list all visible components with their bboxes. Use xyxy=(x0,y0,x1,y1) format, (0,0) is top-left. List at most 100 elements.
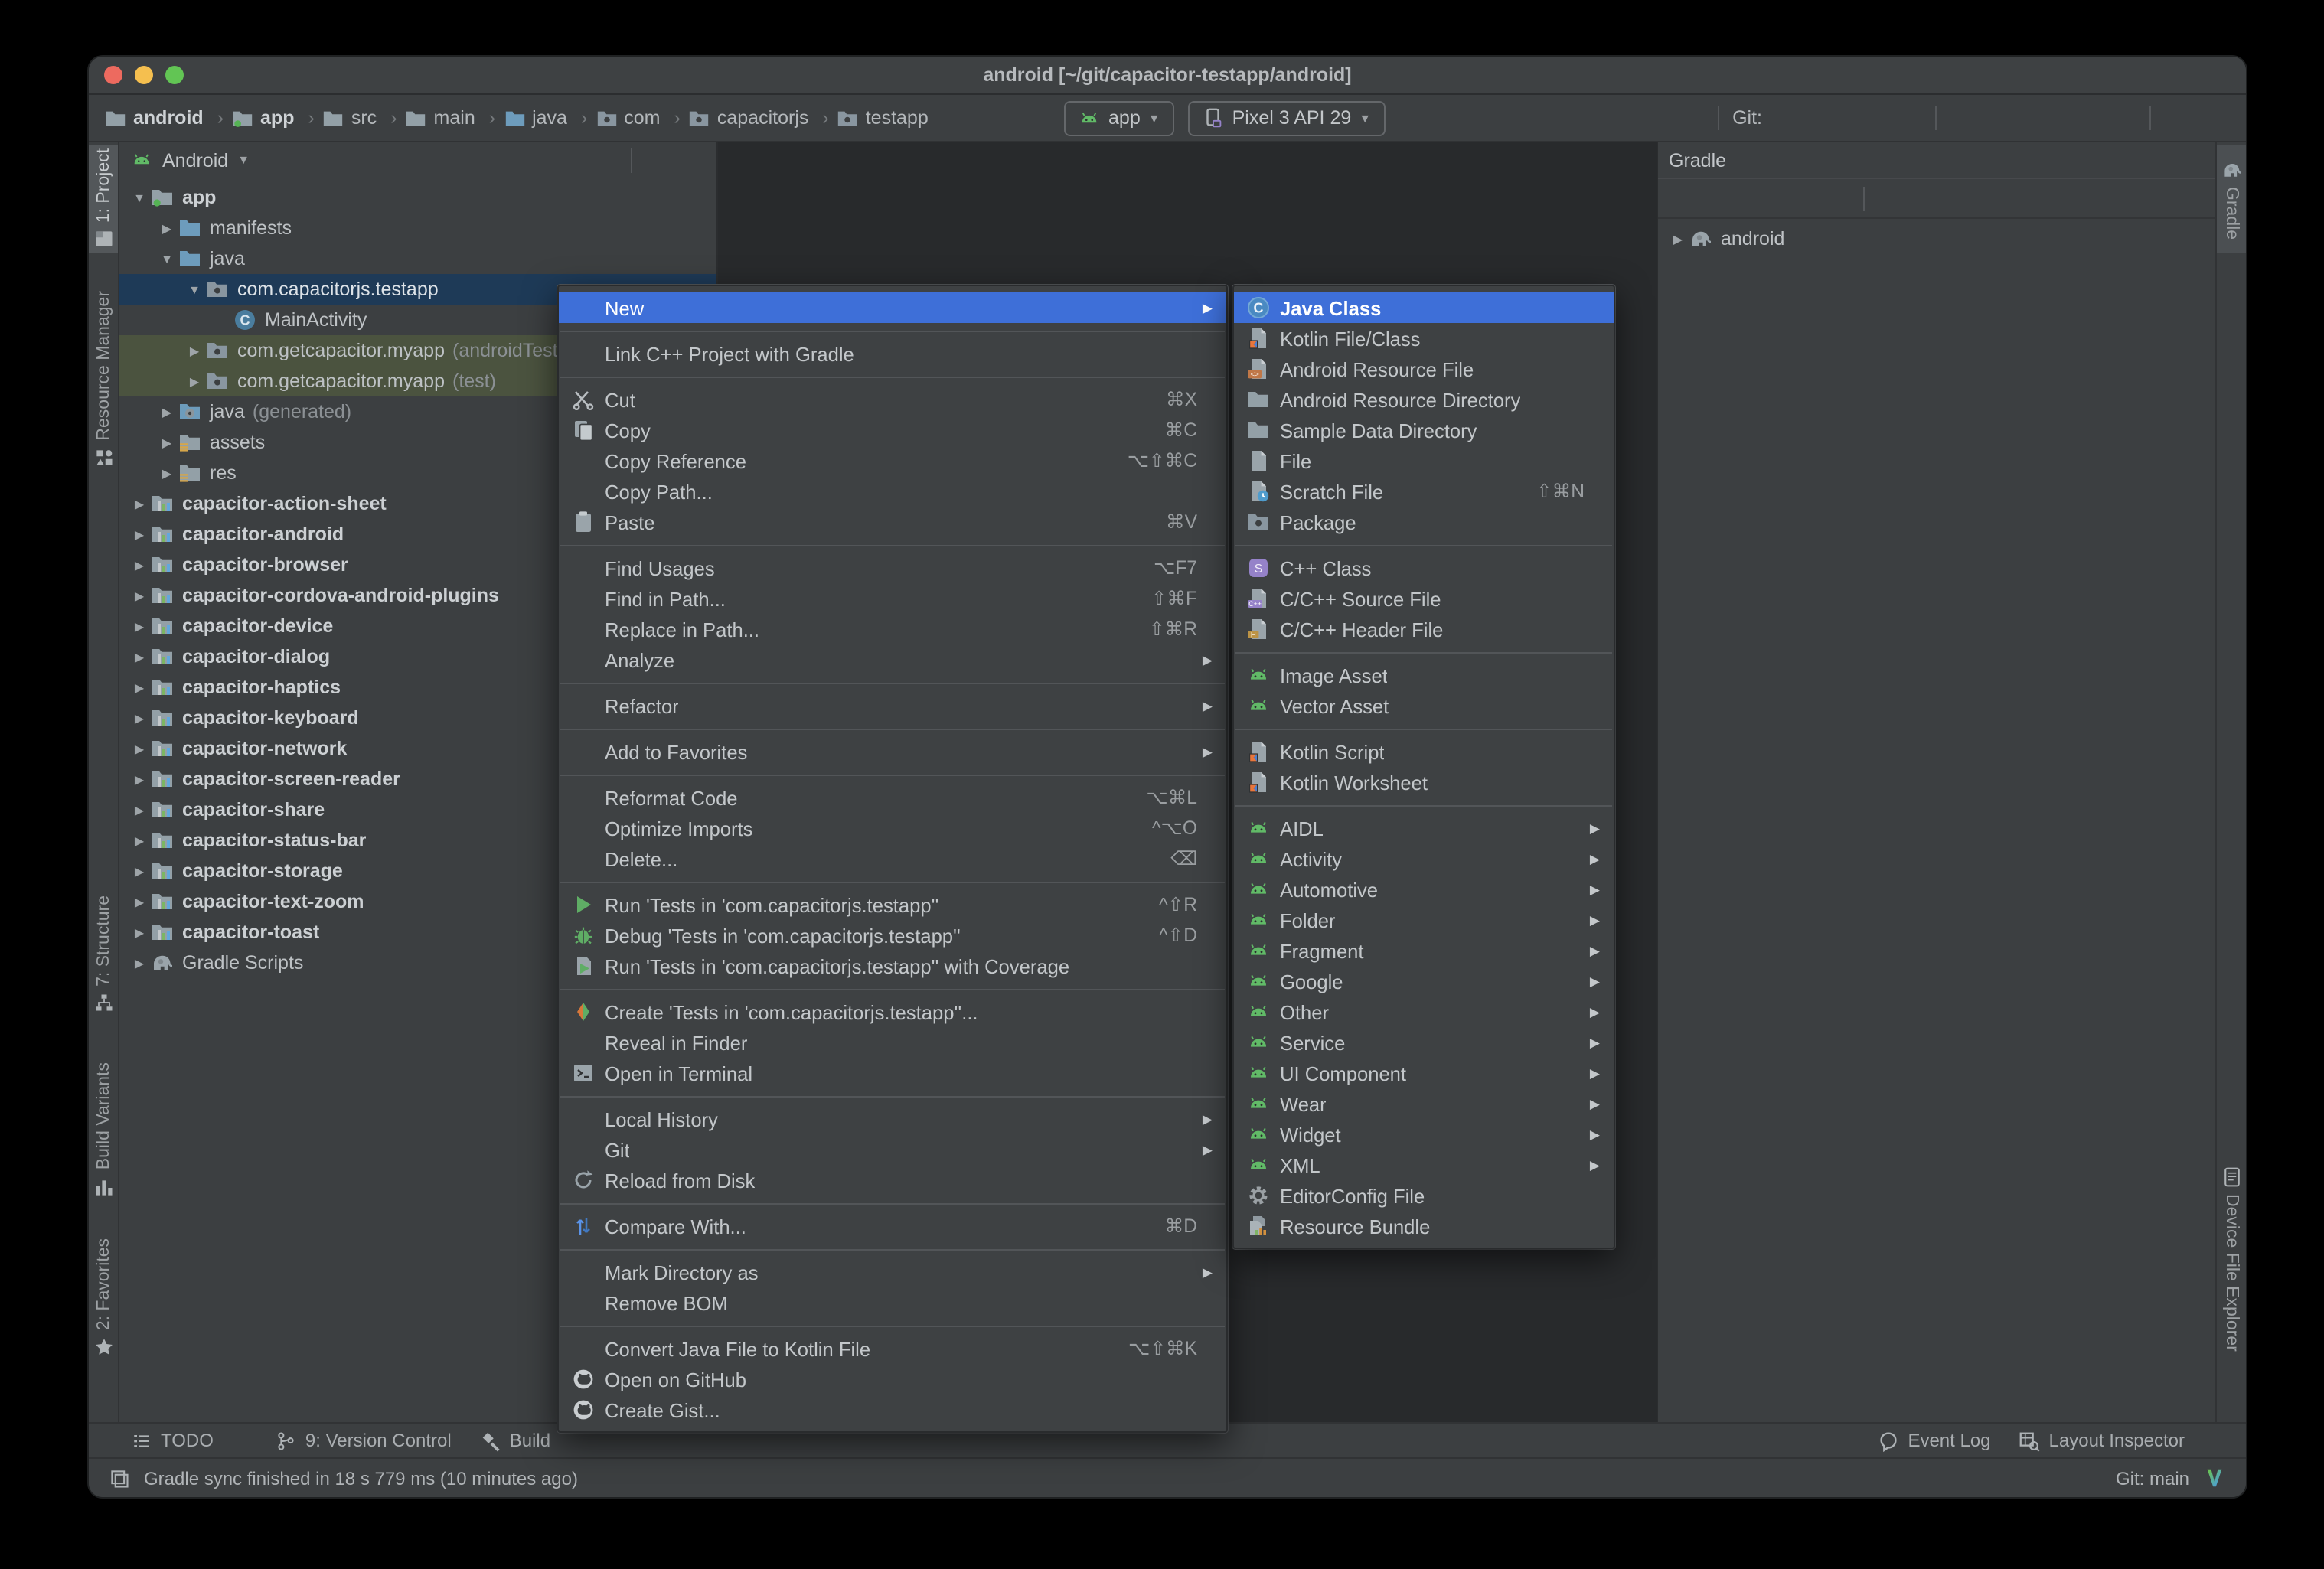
panel-action[interactable] xyxy=(683,148,706,171)
menu-item-replace-in-path[interactable]: Replace in Path... ⇧⌘R xyxy=(559,614,1226,644)
menu-item-delete[interactable]: Delete... ⌫ xyxy=(559,843,1226,874)
tool-window-button-layout-inspector[interactable]: Layout Inspector xyxy=(2019,1429,2185,1452)
tree-arrow[interactable]: ▶ xyxy=(156,435,178,449)
tree-arrow[interactable]: ▶ xyxy=(129,803,150,817)
menu-item-xml[interactable]: XML ▶ xyxy=(1234,1150,1614,1180)
menu-item-find-usages[interactable]: Find Usages ⌥F7 xyxy=(559,553,1226,583)
menu-item-copy-reference[interactable]: Copy Reference ⌥⇧⌘C xyxy=(559,445,1226,476)
breadcrumb-item-src[interactable]: src xyxy=(322,106,405,129)
toolbar-action[interactable] xyxy=(2070,105,2096,131)
menu-item-vector-asset[interactable]: Vector Asset xyxy=(1234,690,1614,721)
menu-item-widget[interactable]: Widget ▶ xyxy=(1234,1119,1614,1150)
menu-item-open-on-github[interactable]: Open on GitHub xyxy=(559,1364,1226,1394)
menu-item-automotive[interactable]: Automotive ▶ xyxy=(1234,874,1614,905)
tree-arrow[interactable]: ▼ xyxy=(156,252,178,266)
menu-item-android-resource-file[interactable]: <> Android Resource File xyxy=(1234,354,1614,384)
tool-window-button-build[interactable]: Build xyxy=(479,1429,550,1452)
toolbar-action[interactable] xyxy=(1816,105,1842,131)
tool-window-button-2-favorites[interactable]: 2: Favorites xyxy=(89,1238,118,1355)
menu-item-image-asset[interactable]: Image Asset xyxy=(1234,660,1614,690)
menu-item-kotlin-script[interactable]: Kotlin Script xyxy=(1234,736,1614,767)
menu-item-sample-data-directory[interactable]: Sample Data Directory xyxy=(1234,415,1614,445)
menu-item-run-tests-in-com-capacitorjs-testapp[interactable]: Run 'Tests in 'com.capacitorjs.testapp''… xyxy=(559,889,1226,920)
menu-item-kotlin-file-class[interactable]: Kotlin File/Class xyxy=(1234,323,1614,354)
tree-arrow[interactable]: ▶ xyxy=(156,221,178,235)
tree-arrow[interactable]: ▶ xyxy=(156,466,178,480)
tree-arrow[interactable]: ▶ xyxy=(129,558,150,572)
breadcrumb-item-android[interactable]: android xyxy=(104,106,231,129)
menu-item-c-class[interactable]: S C++ Class xyxy=(1234,553,1614,583)
tree-item-manifests[interactable]: ▶ manifests xyxy=(119,213,716,243)
menu-item-other[interactable]: Other ▶ xyxy=(1234,997,1614,1027)
menu-item-resource-bundle[interactable]: Resource Bundle xyxy=(1234,1211,1614,1241)
toolbar-action[interactable] xyxy=(1598,105,1624,131)
close-button[interactable] xyxy=(104,66,122,84)
toolbar-action[interactable] xyxy=(1677,105,1703,131)
stripes-toggle-icon[interactable] xyxy=(109,1467,130,1489)
menu-item-analyze[interactable]: Analyze ▶ xyxy=(559,644,1226,675)
device-select[interactable]: Pixel 3 API 29 ▼ xyxy=(1187,100,1386,135)
tree-arrow[interactable]: ▶ xyxy=(129,864,150,878)
menu-item-folder[interactable]: Folder ▶ xyxy=(1234,905,1614,935)
toolbar-action[interactable] xyxy=(2030,105,2056,131)
tree-arrow[interactable]: ▶ xyxy=(184,344,205,357)
tree-arrow[interactable]: ▶ xyxy=(129,742,150,755)
tree-item-app[interactable]: ▼ app xyxy=(119,182,716,213)
menu-item-c-c-header-file[interactable]: H C/C++ Header File xyxy=(1234,614,1614,644)
tool-window-button-7-structure[interactable]: 7: Structure xyxy=(89,889,118,1019)
toolbar-action[interactable] xyxy=(1558,105,1584,131)
menu-item-create-gist[interactable]: Create Gist... xyxy=(559,1394,1226,1425)
toolbar-action[interactable] xyxy=(2205,105,2231,131)
breadcrumb-item-capacitorjs[interactable]: capacitorjs xyxy=(688,106,837,129)
tree-arrow[interactable]: ▼ xyxy=(129,191,150,204)
tree-arrow[interactable]: ▶ xyxy=(129,619,150,633)
breadcrumb-item-testapp[interactable]: testapp xyxy=(837,106,929,129)
gradle-action[interactable] xyxy=(1748,187,1771,210)
panel-action[interactable] xyxy=(594,148,617,171)
menu-item-package[interactable]: Package xyxy=(1234,507,1614,537)
menu-item-reveal-in-finder[interactable]: Reveal in Finder xyxy=(559,1027,1226,1058)
tree-arrow[interactable]: ▶ xyxy=(129,833,150,847)
menu-item-copy-path[interactable]: Copy Path... xyxy=(559,476,1226,507)
tree-arrow[interactable]: ▶ xyxy=(129,895,150,908)
menu-item-open-in-terminal[interactable]: Open in Terminal xyxy=(559,1058,1226,1088)
tool-window-button-resource-manager[interactable]: Resource Manager xyxy=(89,291,118,465)
menu-item-fragment[interactable]: Fragment ▶ xyxy=(1234,935,1614,966)
project-view-selector[interactable]: Android xyxy=(162,149,228,171)
run-configuration-select[interactable]: app ▼ xyxy=(1064,100,1174,135)
gradle-action[interactable] xyxy=(1787,187,1810,210)
toolbar-action[interactable] xyxy=(1438,105,1464,131)
tool-window-button-build-variants[interactable]: Build Variants xyxy=(89,1063,118,1197)
tree-arrow[interactable]: ▶ xyxy=(129,650,150,664)
menu-item-run-tests-in-com-capacitorjs-testapp-with-covera[interactable]: Run 'Tests in 'com.capacitorjs.testapp''… xyxy=(559,951,1226,981)
menu-item-create-tests-in-com-capacitorjs-testapp[interactable]: Create 'Tests in 'com.capacitorjs.testap… xyxy=(559,997,1226,1027)
tool-window-button-9-version-control[interactable]: 9: Version Control xyxy=(275,1429,452,1452)
toolbar-action[interactable] xyxy=(2110,105,2136,131)
menu-item-service[interactable]: Service ▶ xyxy=(1234,1027,1614,1058)
menu-item-find-in-path[interactable]: Find in Path... ⇧⌘F xyxy=(559,583,1226,614)
minimize-button[interactable] xyxy=(135,66,153,84)
menu-item-activity[interactable]: Activity ▶ xyxy=(1234,843,1614,874)
menu-item-optimize-imports[interactable]: Optimize Imports ^⌥O xyxy=(559,813,1226,843)
toolbar-action[interactable] xyxy=(1024,105,1050,131)
tree-arrow[interactable]: ▶ xyxy=(184,374,205,388)
v-gradient-icon[interactable] xyxy=(2203,1466,2226,1489)
menu-item-git[interactable]: Git ▶ xyxy=(559,1134,1226,1165)
menu-item-debug-tests-in-com-capacitorjs-testapp[interactable]: Debug 'Tests in 'com.capacitorjs.testapp… xyxy=(559,920,1226,951)
menu-item-link-c-project-with-gradle[interactable]: Link C++ Project with Gradle xyxy=(559,338,1226,369)
breadcrumb-item-main[interactable]: main xyxy=(405,106,504,129)
toolbar-action[interactable] xyxy=(1856,105,1882,131)
tree-arrow[interactable]: ▶ xyxy=(129,925,150,939)
tree-arrow[interactable]: ▶ xyxy=(129,956,150,970)
gradle-action[interactable] xyxy=(1880,187,1903,210)
menu-item-google[interactable]: Google ▶ xyxy=(1234,966,1614,997)
tree-item-android[interactable]: ▶ android xyxy=(1658,223,2215,254)
menu-item-kotlin-worksheet[interactable]: Kotlin Worksheet xyxy=(1234,767,1614,798)
menu-item-cut[interactable]: Cut ⌘X xyxy=(559,384,1226,415)
tree-arrow[interactable]: ▶ xyxy=(1667,232,1689,246)
panel-action[interactable] xyxy=(2182,148,2205,171)
menu-item-aidl[interactable]: AIDL ▶ xyxy=(1234,813,1614,843)
menu-item-convert-java-file-to-kotlin-file[interactable]: Convert Java File to Kotlin File ⌥⇧⌘K xyxy=(559,1333,1226,1364)
tree-item-java[interactable]: ▼ java xyxy=(119,243,716,274)
breadcrumb-item-java[interactable]: java xyxy=(503,106,595,129)
